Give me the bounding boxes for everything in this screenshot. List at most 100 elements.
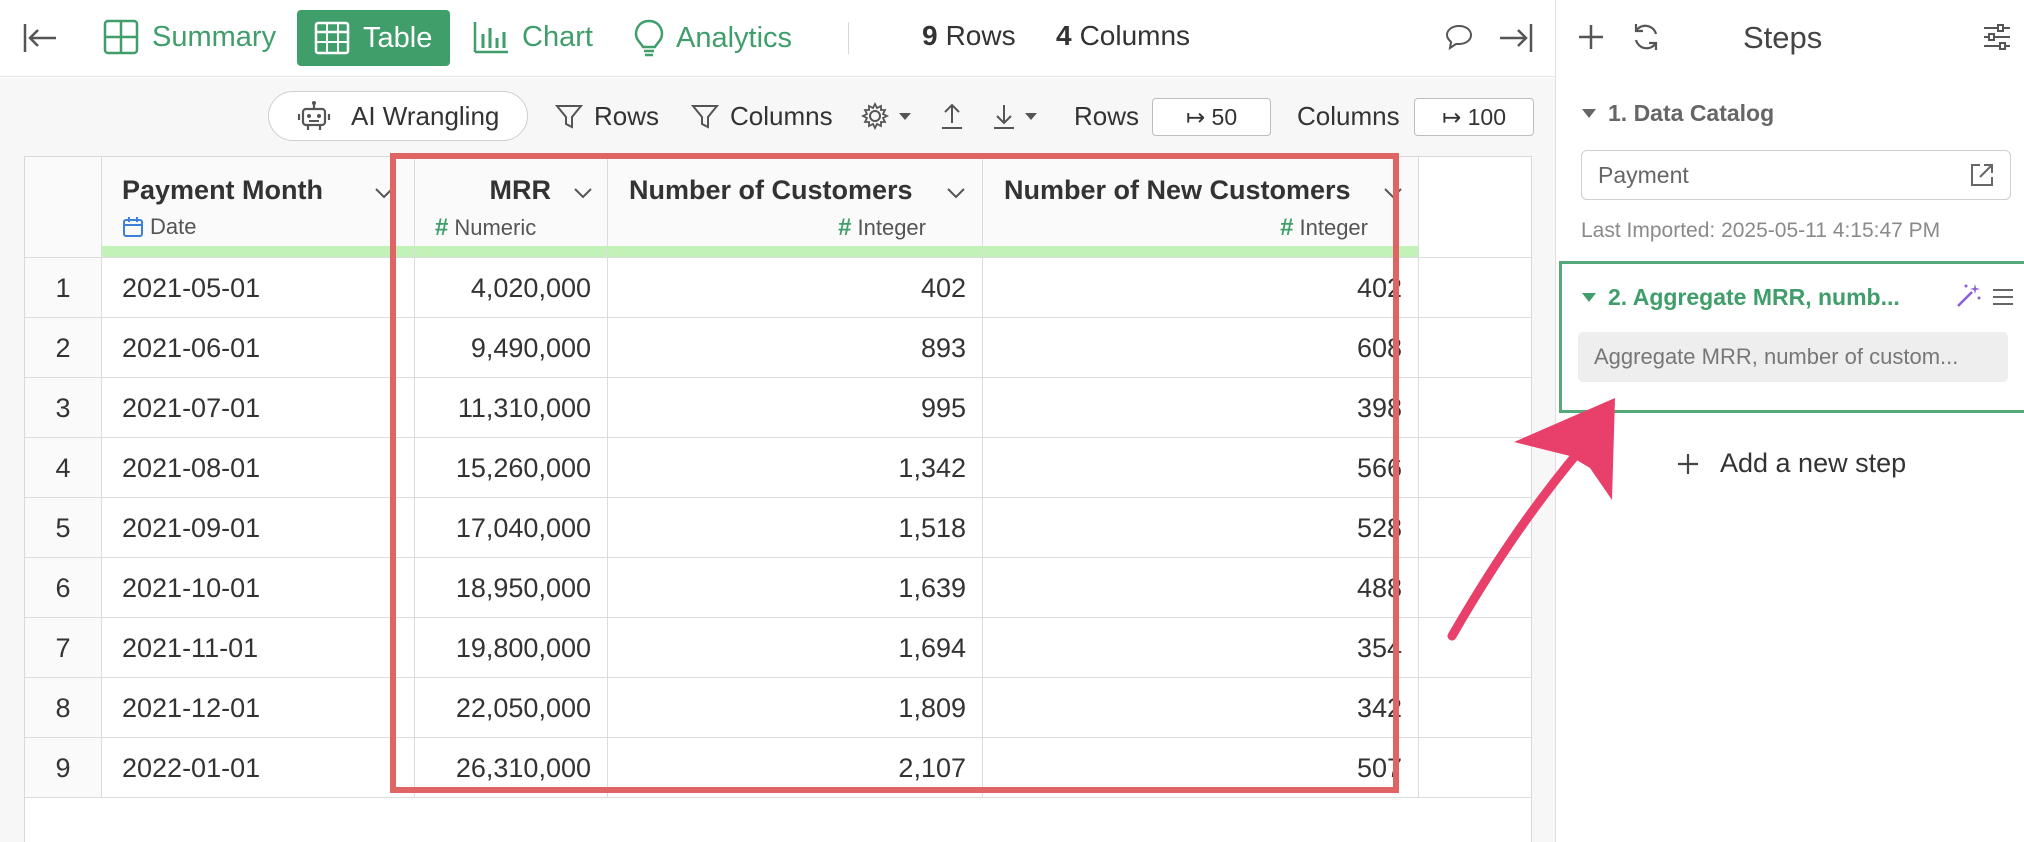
download-dropdown[interactable] <box>990 91 1040 141</box>
table-row[interactable]: 9 2022-01-01 26,310,000 2,107 507 <box>25 737 1531 798</box>
cell-payment-month[interactable]: 2022-01-01 <box>102 738 415 798</box>
column-type-label: Date <box>150 214 197 239</box>
data-source-field[interactable]: Payment <box>1581 150 2011 200</box>
table-row[interactable]: 5 2021-09-01 17,040,000 1,518 528 <box>25 497 1531 558</box>
cell-number-of-new-customers[interactable]: 528 <box>983 498 1419 558</box>
row-index[interactable]: 5 <box>25 498 102 558</box>
step-description: Aggregate MRR, number of custom... <box>1578 332 2008 382</box>
filter-columns-button[interactable]: Columns <box>690 91 833 141</box>
cell-number-of-new-customers[interactable]: 488 <box>983 558 1419 618</box>
add-step-button[interactable] <box>1574 20 1608 54</box>
upload-button[interactable] <box>938 91 966 141</box>
row-index[interactable]: 1 <box>25 258 102 318</box>
hash-icon: # <box>1280 214 1294 241</box>
cell-number-of-new-customers[interactable]: 402 <box>983 258 1419 318</box>
row-index[interactable]: 8 <box>25 678 102 738</box>
rows-limit-input[interactable]: ↦ 50 <box>1152 98 1271 136</box>
comment-icon <box>1445 24 1473 51</box>
column-header-number-of-customers[interactable]: Number of Customers # Integer <box>608 157 983 257</box>
settings-dropdown[interactable] <box>860 91 914 141</box>
cell-mrr[interactable]: 4,020,000 <box>415 258 608 318</box>
tab-summary[interactable]: Summary <box>102 18 276 56</box>
table-row[interactable]: 1 2021-05-01 4,020,000 402 402 <box>25 257 1531 318</box>
menu-icon[interactable] <box>1990 284 2016 310</box>
cell-payment-month[interactable]: 2021-07-01 <box>102 378 415 438</box>
column-type: # Numeric <box>435 214 536 242</box>
step-data-catalog[interactable]: 1. Data Catalog <box>1582 100 1774 127</box>
steps-panel: Steps 1. Data Catalog Payment Last Impor… <box>1555 0 2024 842</box>
collapse-right-button[interactable] <box>1496 18 1536 58</box>
column-header-payment-month[interactable]: Payment Month Date <box>102 157 415 257</box>
cell-number-of-new-customers[interactable]: 566 <box>983 438 1419 498</box>
cell-mrr[interactable]: 26,310,000 <box>415 738 608 798</box>
row-index[interactable]: 3 <box>25 378 102 438</box>
collapse-left-button[interactable] <box>20 18 60 58</box>
row-index[interactable]: 2 <box>25 318 102 378</box>
cell-payment-month[interactable]: 2021-05-01 <box>102 258 415 318</box>
chevron-down-icon[interactable] <box>944 181 968 205</box>
columns-limit-label: Columns <box>1297 100 1400 131</box>
cell-number-of-customers[interactable]: 1,694 <box>608 618 983 678</box>
comment-button[interactable] <box>1444 22 1474 52</box>
table-row[interactable]: 8 2021-12-01 22,050,000 1,809 342 <box>25 677 1531 738</box>
cell-mrr[interactable]: 11,310,000 <box>415 378 608 438</box>
cell-number-of-customers[interactable]: 995 <box>608 378 983 438</box>
cell-payment-month[interactable]: 2021-10-01 <box>102 558 415 618</box>
cell-mrr[interactable]: 15,260,000 <box>415 438 608 498</box>
cell-mrr[interactable]: 22,050,000 <box>415 678 608 738</box>
collapse-triangle-icon[interactable] <box>1582 293 1596 302</box>
tab-chart[interactable]: Chart <box>472 18 593 56</box>
step-aggregate[interactable]: 2. Aggregate MRR, numb... Aggregate MRR,… <box>1559 261 2024 413</box>
row-index[interactable]: 4 <box>25 438 102 498</box>
cell-number-of-new-customers[interactable]: 342 <box>983 678 1419 738</box>
table-row[interactable]: 6 2021-10-01 18,950,000 1,639 488 <box>25 557 1531 618</box>
table-row[interactable]: 2 2021-06-01 9,490,000 893 608 <box>25 317 1531 378</box>
column-quality-bar <box>102 246 414 257</box>
cell-number-of-customers[interactable]: 1,639 <box>608 558 983 618</box>
chevron-down-icon[interactable] <box>372 181 396 205</box>
add-new-step-button[interactable]: Add a new step <box>1674 448 1906 479</box>
filter-rows-button[interactable]: Rows <box>554 91 659 141</box>
cell-mrr[interactable]: 17,040,000 <box>415 498 608 558</box>
column-type: # Integer <box>1280 214 1368 242</box>
cell-number-of-new-customers[interactable]: 398 <box>983 378 1419 438</box>
cell-number-of-customers[interactable]: 402 <box>608 258 983 318</box>
cell-number-of-customers[interactable]: 1,342 <box>608 438 983 498</box>
external-link-icon[interactable] <box>1968 161 1996 189</box>
refresh-button[interactable] <box>1629 20 1663 54</box>
cell-mrr[interactable]: 18,950,000 <box>415 558 608 618</box>
row-index[interactable]: 6 <box>25 558 102 618</box>
cell-payment-month[interactable]: 2021-09-01 <box>102 498 415 558</box>
cell-number-of-customers[interactable]: 1,518 <box>608 498 983 558</box>
cell-number-of-new-customers[interactable]: 354 <box>983 618 1419 678</box>
summary-grid-icon <box>103 19 139 55</box>
column-header-number-of-new-customers[interactable]: Number of New Customers # Integer <box>983 157 1419 257</box>
table-row[interactable]: 7 2021-11-01 19,800,000 1,694 354 <box>25 617 1531 678</box>
tab-table[interactable]: Table <box>297 10 451 66</box>
row-index[interactable]: 7 <box>25 618 102 678</box>
step-settings-button[interactable] <box>1980 20 2014 54</box>
collapse-triangle-icon[interactable] <box>1582 109 1596 118</box>
cell-payment-month[interactable]: 2021-06-01 <box>102 318 415 378</box>
tab-analytics[interactable]: Analytics <box>632 18 792 58</box>
cell-mrr[interactable]: 9,490,000 <box>415 318 608 378</box>
cell-number-of-customers[interactable]: 1,809 <box>608 678 983 738</box>
cell-number-of-new-customers[interactable]: 507 <box>983 738 1419 798</box>
column-header-mrr[interactable]: MRR # Numeric <box>415 157 608 257</box>
top-toolbar: Summary Table Chart Analytics 9 Rows 4 C… <box>0 0 1555 77</box>
chevron-down-icon[interactable] <box>571 181 595 205</box>
chevron-down-icon[interactable] <box>1381 181 1405 205</box>
cell-number-of-customers[interactable]: 2,107 <box>608 738 983 798</box>
ai-wrangling-button[interactable]: AI Wrangling <box>268 91 528 141</box>
cell-payment-month[interactable]: 2021-12-01 <box>102 678 415 738</box>
cell-number-of-customers[interactable]: 893 <box>608 318 983 378</box>
table-row[interactable]: 3 2021-07-01 11,310,000 995 398 <box>25 377 1531 438</box>
magic-wand-icon[interactable] <box>1954 282 1982 310</box>
cell-number-of-new-customers[interactable]: 608 <box>983 318 1419 378</box>
table-row[interactable]: 4 2021-08-01 15,260,000 1,342 566 <box>25 437 1531 498</box>
cell-mrr[interactable]: 19,800,000 <box>415 618 608 678</box>
columns-limit-input[interactable]: ↦ 100 <box>1414 98 1534 136</box>
cell-payment-month[interactable]: 2021-11-01 <box>102 618 415 678</box>
cell-payment-month[interactable]: 2021-08-01 <box>102 438 415 498</box>
row-index[interactable]: 9 <box>25 738 102 798</box>
